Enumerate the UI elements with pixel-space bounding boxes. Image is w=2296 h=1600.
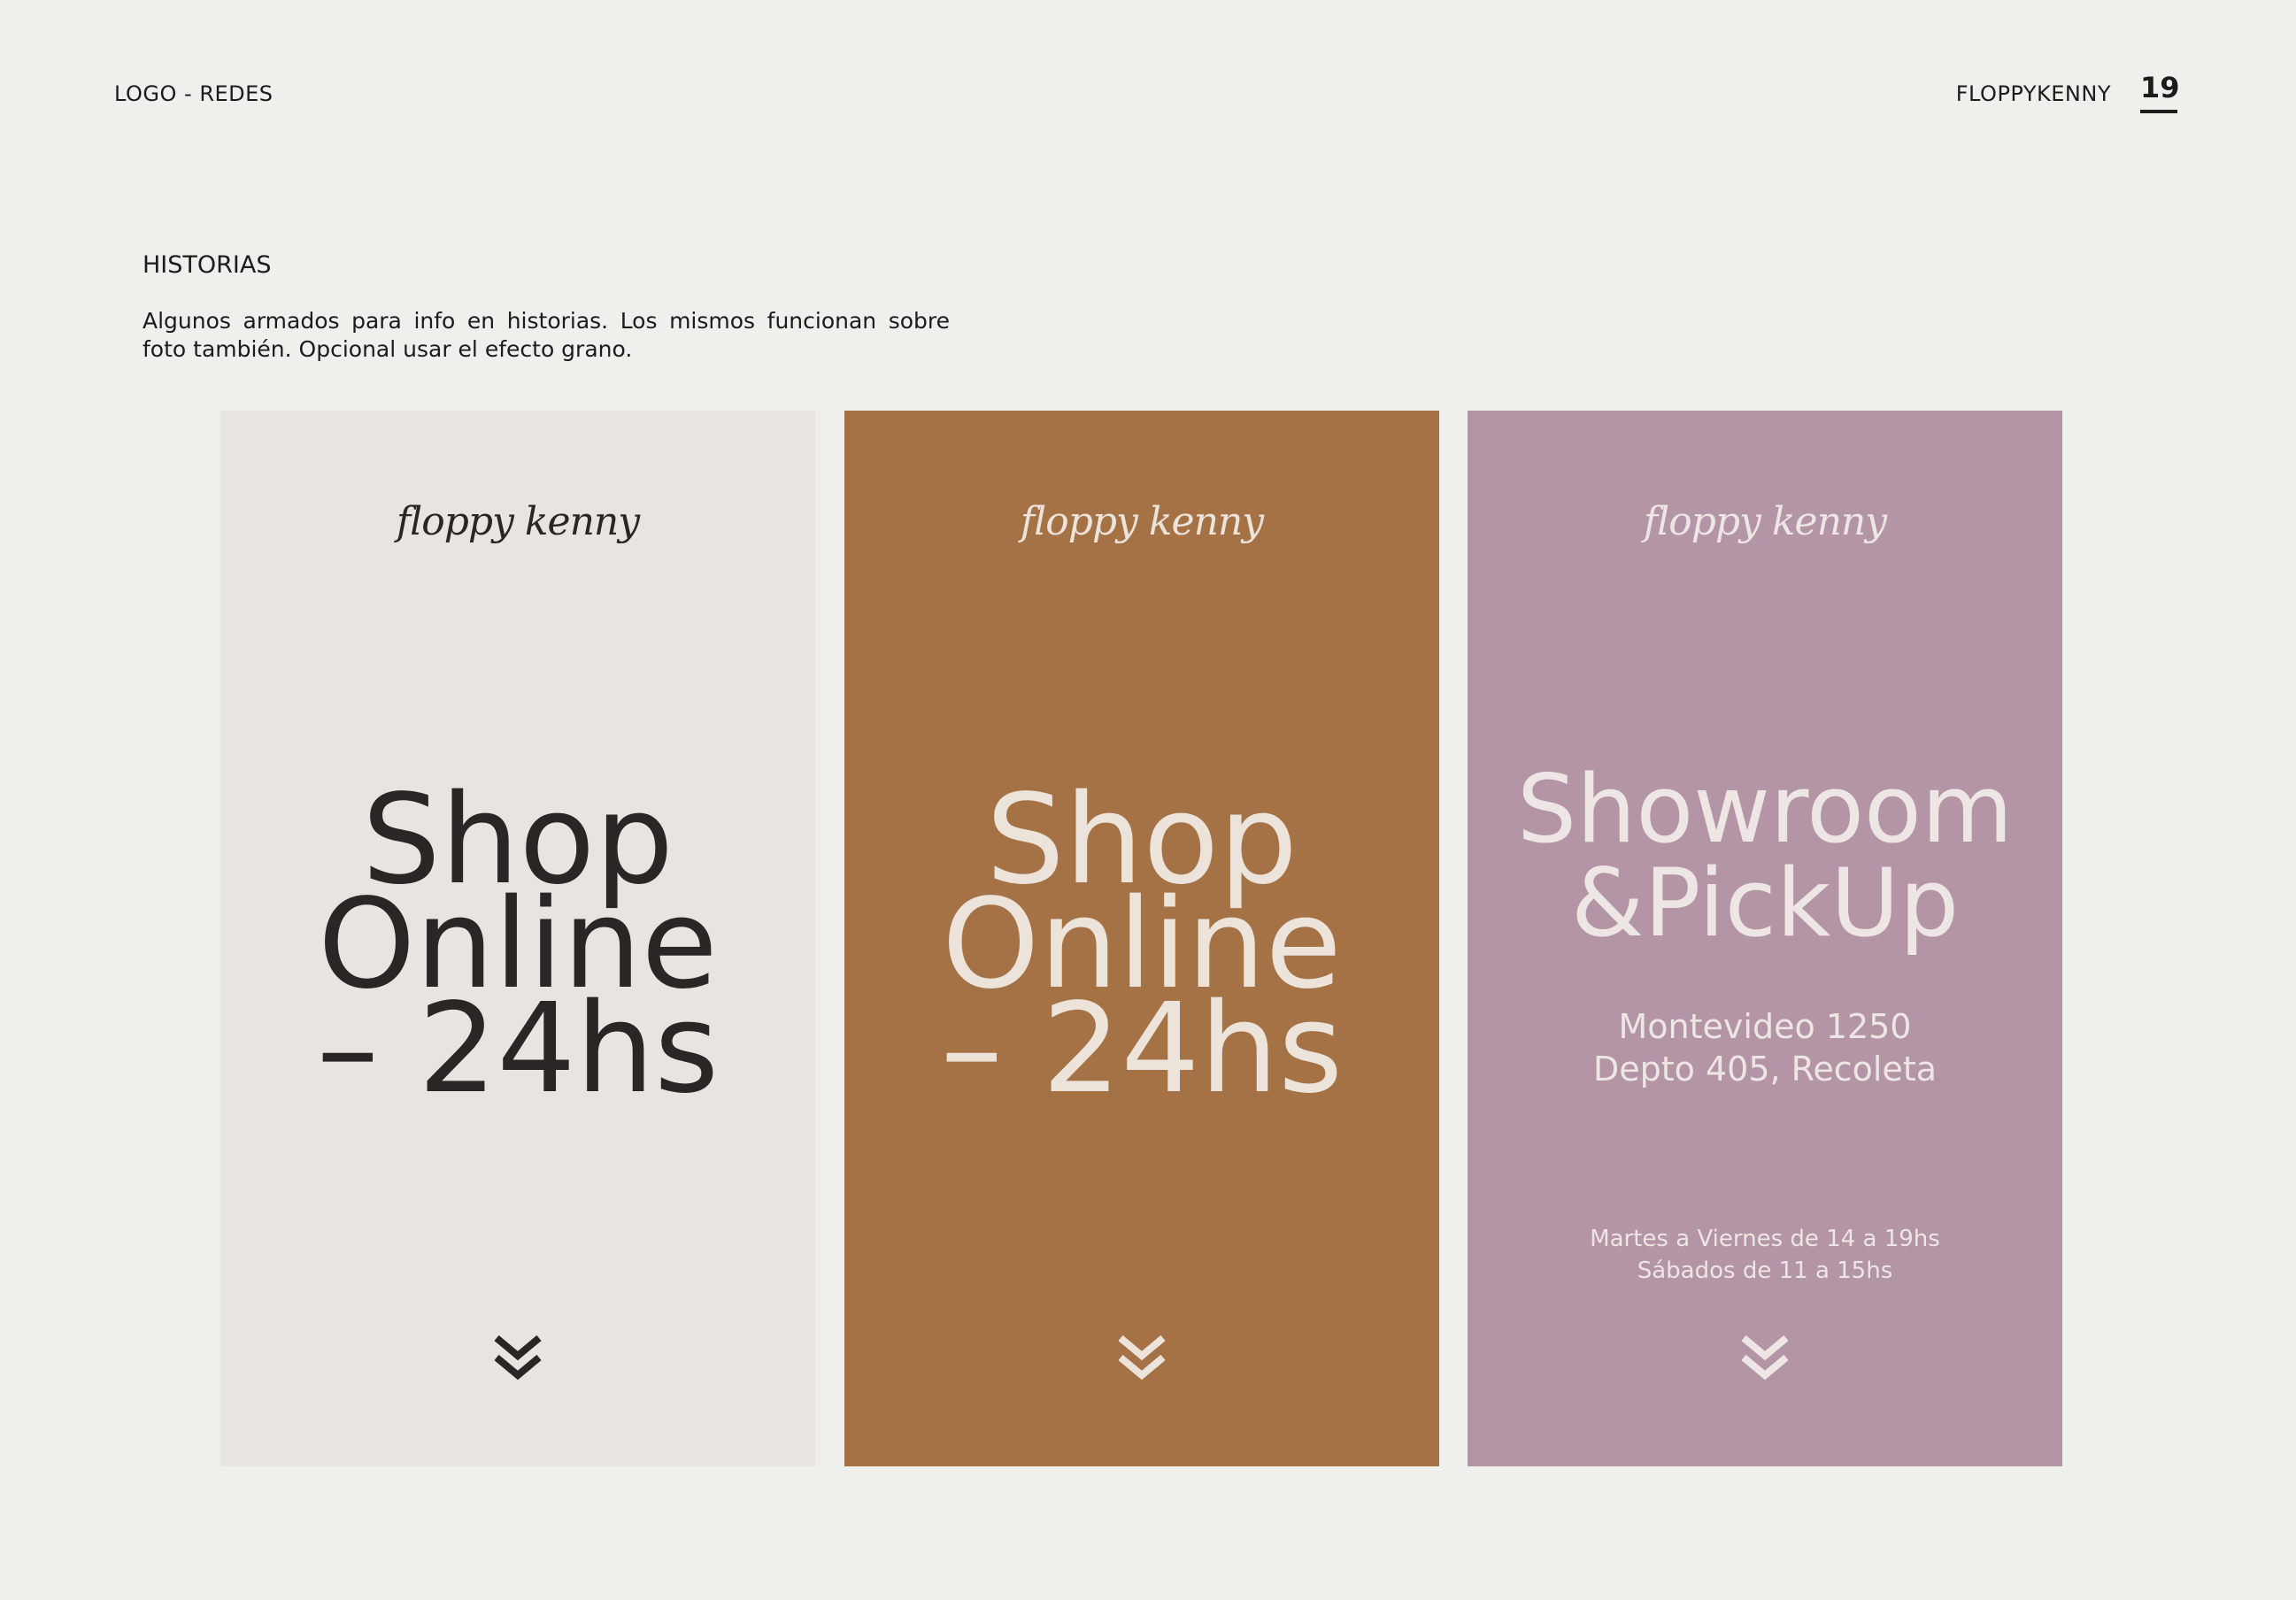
headline-line: Showroom xyxy=(1516,755,2014,864)
showroom-address: Montevideo 1250 Depto 405, Recoleta xyxy=(1468,1005,2062,1090)
headline-line: – 24hs xyxy=(940,977,1344,1121)
story-card-showroom: floppy kenny Showroom &PickUp Montevideo… xyxy=(1468,411,2062,1466)
story-card-shop-online-brown: floppy kenny Shop Online – 24hs xyxy=(844,411,1439,1466)
section-description: Algunos armados para info en historias. … xyxy=(143,308,950,362)
brand-name: FLOPPYKENNY xyxy=(1955,81,2111,106)
card-headline: Shop Online – 24hs xyxy=(844,779,1439,1121)
double-chevron-down-icon xyxy=(494,1335,542,1381)
card-headline: Showroom &PickUp xyxy=(1468,763,2062,950)
showroom-hours: Martes a Viernes de 14 a 19hs Sábados de… xyxy=(1468,1223,2062,1287)
card-logo: floppy kenny xyxy=(396,499,640,544)
card-logo: floppy kenny xyxy=(1020,499,1264,544)
card-logo: floppy kenny xyxy=(1643,499,1887,544)
headline-line: &PickUp xyxy=(1570,849,1960,958)
address-line: Montevideo 1250 xyxy=(1618,1007,1912,1046)
double-chevron-down-icon xyxy=(1741,1335,1789,1381)
hours-line: Sábados de 11 a 15hs xyxy=(1637,1258,1893,1284)
double-chevron-down-icon xyxy=(1118,1335,1166,1381)
section-title: HISTORIAS xyxy=(143,251,272,279)
story-card-shop-online-light: floppy kenny Shop Online – 24hs xyxy=(220,411,815,1466)
card-headline: Shop Online – 24hs xyxy=(220,779,815,1121)
address-line: Depto 405, Recoleta xyxy=(1592,1050,1937,1088)
section-label: LOGO - REDES xyxy=(114,81,274,106)
headline-line: – 24hs xyxy=(316,977,720,1121)
hours-line: Martes a Viernes de 14 a 19hs xyxy=(1590,1226,1940,1252)
page-number: 19 xyxy=(2140,71,2180,113)
